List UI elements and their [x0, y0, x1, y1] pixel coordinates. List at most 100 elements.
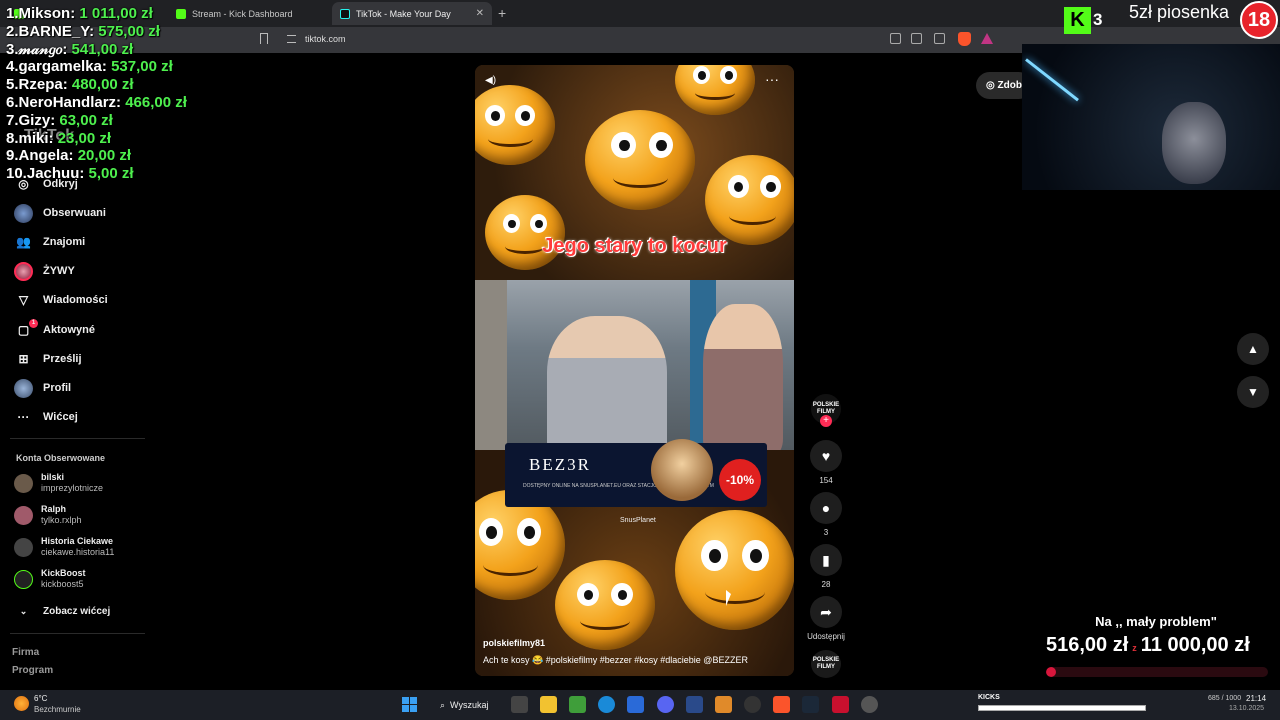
cast-icon[interactable]: [911, 33, 922, 44]
sidebar-item-znajomi[interactable]: 👥 Znajomi: [14, 231, 85, 253]
search-label: Wyszukaj: [450, 700, 489, 710]
obs-icon[interactable]: [744, 696, 761, 713]
rank: 10.: [6, 165, 27, 183]
emoji-image: [585, 110, 695, 210]
rank: 8.: [6, 129, 19, 147]
sidebar-item-live[interactable]: ŻYWY: [14, 260, 75, 282]
app-icon[interactable]: [832, 696, 849, 713]
profile-icon: [14, 378, 33, 398]
sidebar-item-profil[interactable]: Profil: [14, 377, 71, 399]
video-player[interactable]: Jego stary to kocur ◀) ··· BEZ3R DOSTĘPN…: [475, 65, 794, 676]
see-more-button[interactable]: ⌄ Zobacz wićcej: [14, 600, 111, 622]
goal-separator: z: [1132, 643, 1137, 653]
volume-icon[interactable]: ◀): [485, 75, 496, 86]
video-frame-scene: [475, 280, 794, 450]
xbox-icon[interactable]: [569, 696, 586, 713]
following-heading: Konta Obserwowane: [16, 453, 106, 463]
brave-shields-icon[interactable]: [958, 32, 971, 46]
discord-icon[interactable]: [657, 696, 674, 713]
chevron-down-icon: ⌄: [19, 605, 28, 616]
rank: 3.: [6, 40, 19, 58]
chevron-down-icon: ▼: [1247, 385, 1259, 399]
sidebar-item-wiecej[interactable]: ··· Wićcej: [14, 406, 78, 428]
task-view-icon[interactable]: [511, 696, 528, 713]
kicks-progress-bar: [978, 705, 1146, 711]
close-icon[interactable]: ✕: [476, 8, 484, 19]
person-right: [703, 304, 783, 450]
comment-count: 3: [823, 528, 829, 537]
footer-link-firma[interactable]: Firma: [12, 647, 39, 658]
reader-icon[interactable]: [890, 33, 901, 44]
leaderboard-row: 7.Gizy: 63,00 zł: [6, 112, 236, 130]
sidebar-item-aktywnosc[interactable]: ▢ 1 Aktowyné: [14, 318, 95, 341]
music-disc[interactable]: POLSKIE FILMY: [811, 650, 841, 678]
edge-icon[interactable]: [598, 696, 615, 713]
weather-sun-icon[interactable]: [14, 696, 29, 711]
account-handle: tylko.rxlph: [41, 515, 82, 525]
taskbar-search[interactable]: ⌕ Wyszukaj: [432, 694, 500, 716]
donation-goal-fill: [1046, 667, 1057, 677]
weather-temp: 6°C: [34, 694, 48, 703]
settings-gear-icon[interactable]: [861, 696, 878, 713]
leaderboard-row: 4.gargamelka: 537,00 zł: [6, 58, 236, 76]
sidebar-item-wiadomosci[interactable]: ▽ Wiadomości: [14, 289, 108, 311]
webcam-feed: [1022, 44, 1280, 190]
account-name: Historia Ciekawe: [41, 536, 114, 546]
save-count: 28: [821, 580, 831, 589]
comment-button[interactable]: ●: [810, 492, 842, 524]
translate-icon[interactable]: [934, 33, 945, 44]
emoji-image: [705, 155, 794, 245]
leaderboard-row: 6.NeroHandlarz: 466,00 zł: [6, 94, 236, 112]
sidebar-item-przeslij[interactable]: ⊞ Prześlij: [14, 348, 81, 370]
file-explorer-icon[interactable]: [540, 696, 557, 713]
following-account[interactable]: KickBoost kickboost5: [14, 568, 86, 590]
sidebar-item-obserwowani[interactable]: Obserwuani: [14, 202, 106, 224]
share-button[interactable]: ➦: [810, 596, 842, 628]
previous-video-button[interactable]: ▲: [1237, 333, 1269, 365]
windows-start-icon[interactable]: [402, 697, 417, 712]
avatar: [14, 538, 33, 557]
share-icon: ➦: [820, 603, 832, 620]
clock-date[interactable]: 13.10.2025: [1229, 705, 1264, 712]
sponsor-ad[interactable]: BEZ3R DOSTĘPNY ONLINE NA SNUSPLANET.EU O…: [505, 439, 767, 507]
mascot-image: [651, 439, 713, 501]
tab-tiktok[interactable]: TikTok - Make Your Day ✕: [332, 2, 492, 25]
clock-time[interactable]: 21:14: [1246, 694, 1266, 703]
search-icon: ⌕: [440, 699, 446, 710]
donation-amount: 537,00 zł: [111, 58, 173, 76]
brave-rewards-icon[interactable]: [981, 33, 993, 44]
brave-icon[interactable]: [773, 696, 790, 713]
url-field[interactable]: tiktok.com: [305, 34, 346, 44]
notepad-icon[interactable]: [686, 696, 703, 713]
more-options-icon[interactable]: ···: [765, 71, 779, 87]
app-icon[interactable]: [715, 696, 732, 713]
leaderboard-row: 10.Jachuu: 5,00 zł: [6, 165, 236, 183]
song-request-label: 5zł piosenka: [1129, 2, 1230, 22]
next-video-button[interactable]: ▼: [1237, 376, 1269, 408]
donation-amount: 541,00 zł: [71, 40, 134, 58]
site-settings-icon[interactable]: [287, 35, 296, 43]
discount-badge: -10%: [719, 459, 761, 501]
video-author[interactable]: polskiefilmy81: [483, 638, 545, 648]
leaderboard-row: 3.𝓂𝒶𝓃𝑔𝑜: 541,00 zł: [6, 41, 236, 59]
following-account[interactable]: Ralph tylko.rxlph: [14, 504, 82, 526]
store-icon[interactable]: [627, 696, 644, 713]
streamer-face: [1162, 102, 1226, 184]
emoji-image: [675, 65, 755, 115]
donation-leaderboard: 1.Mikson: 1 011,00 zł 2.BARNE_Y: 575,00 …: [6, 5, 236, 183]
donor-name: 𝓂𝒶𝓃𝑔𝑜:: [18, 40, 68, 58]
follow-button[interactable]: +: [820, 415, 832, 427]
footer-link-program[interactable]: Program: [12, 665, 53, 676]
emoji-image: [675, 510, 794, 630]
donor-name: Mikson:: [18, 5, 76, 22]
like-button[interactable]: ♥: [810, 440, 842, 472]
steam-icon[interactable]: [802, 696, 819, 713]
new-tab-button[interactable]: +: [498, 5, 506, 21]
account-handle: ciekawe.historia11: [41, 547, 115, 557]
following-account[interactable]: Historia Ciekawe ciekawe.historia11: [14, 536, 114, 558]
mouse-cursor: [726, 590, 731, 606]
save-button[interactable]: ▮: [810, 544, 842, 576]
following-avatar-icon: [14, 203, 33, 223]
following-account[interactable]: bilski imprezylotnicze: [14, 472, 103, 494]
bookmark-icon[interactable]: [260, 33, 268, 44]
